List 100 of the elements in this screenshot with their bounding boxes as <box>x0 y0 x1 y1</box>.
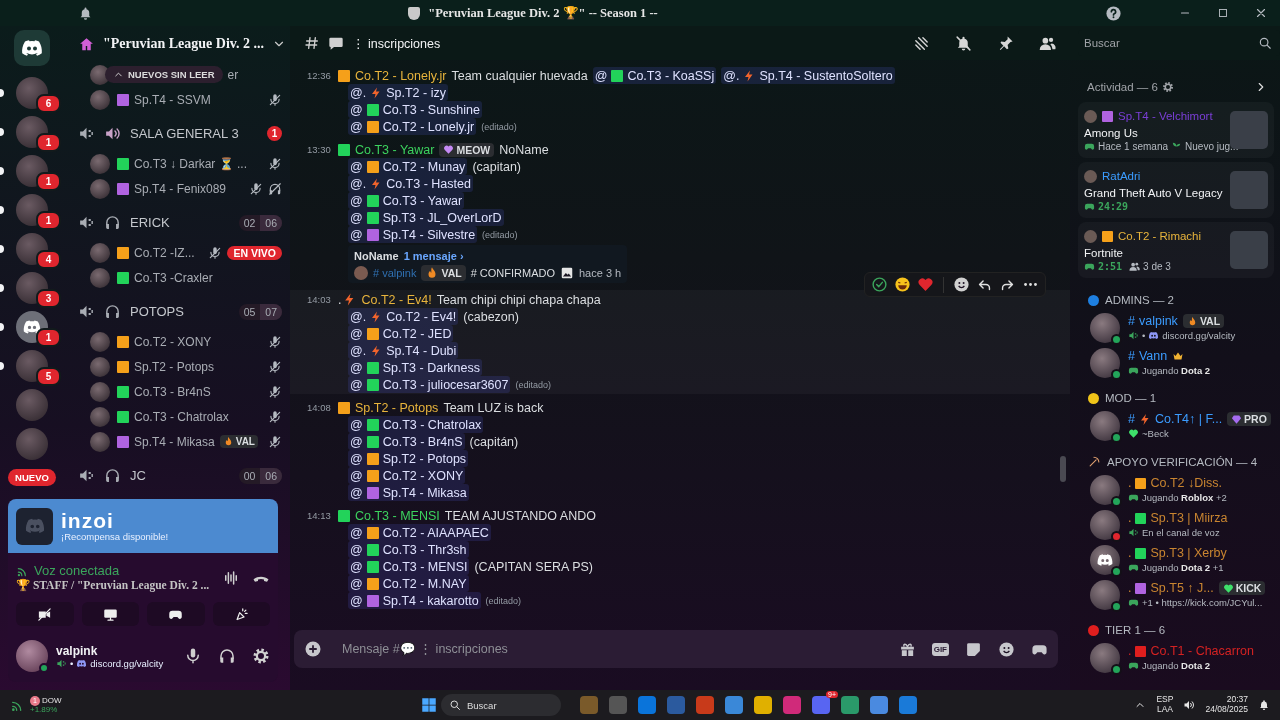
username[interactable]: Sp.T2 - Potops <box>134 359 215 374</box>
member-name[interactable]: . Co.T2 ↓Diss. <box>1128 476 1223 490</box>
thread-preview[interactable]: NoName 1 mensaje › # valpink VAL # CONFIRMADO hace 3 h <box>348 245 628 283</box>
keyboard-layout[interactable]: LAA <box>1156 705 1174 715</box>
status-text: Jugando Roblox +2 <box>1142 492 1227 503</box>
voice-channel-name[interactable]: JC <box>130 468 230 483</box>
clock-date[interactable]: 24/08/2025 <box>1205 705 1248 715</box>
guild-tag[interactable]: MEOW <box>439 142 495 157</box>
username[interactable]: Sp.T4 - Mikasa <box>134 434 215 449</box>
member-name[interactable]: . Sp.T3 | Xerby <box>1128 546 1227 560</box>
user-mention[interactable]: @ Co.T2 - Munay <box>348 158 468 175</box>
user-mention[interactable]: @ Co.T3 - juliocesar3607 <box>348 376 511 393</box>
username[interactable]: Co.T3 - Chatrolax <box>134 409 229 424</box>
language[interactable]: ESP <box>1156 695 1174 705</box>
voice-channel-name[interactable]: ERICK <box>130 215 230 230</box>
author-name[interactable]: Co.T3 - MENSI <box>355 508 440 523</box>
user-mention[interactable]: @. Co.T3 - Hasted <box>348 175 473 192</box>
status-text: Jugando Dota 2 +1 <box>1142 562 1224 573</box>
member-name[interactable]: # Vann <box>1128 349 1168 363</box>
activity-card[interactable]: RatAdri Grand Theft Auto V Legacy 24:29 <box>1078 162 1274 218</box>
user-mention[interactable]: @ Co.T2 - Lonely.jr <box>348 118 477 135</box>
mention-badge: 4 <box>36 250 61 269</box>
user-mention[interactable]: @ Co.T3 - Sunshine <box>348 101 482 118</box>
channel-name: ⋮ inscripciones <box>352 35 442 51</box>
user-mention[interactable]: @ Sp.T4 - Mikasa <box>348 484 469 501</box>
message-text: (cabezon) <box>463 309 519 324</box>
user-mention[interactable]: @ Co.T2 - JED <box>348 325 454 342</box>
user-mention[interactable]: @ Co.T3 - Chatrolax <box>348 416 484 433</box>
user-mention[interactable]: @ Co.T3 - Br4nS <box>348 433 465 450</box>
author-name[interactable]: Sp.T2 - Potops <box>355 400 439 415</box>
message-input[interactable]: Mensaje #💬 ⋮ inscripciones GIF <box>294 630 1058 668</box>
user-mention[interactable]: @ Sp.T4 - kakarotto <box>348 592 481 609</box>
member-name[interactable]: . Sp.T5 ↑ J... <box>1128 581 1214 595</box>
user-mention[interactable]: @ Sp.T4 - Silvestre <box>348 226 478 243</box>
user-mention[interactable]: @ Co.T2 - XONY <box>348 467 466 484</box>
status-text: Hace 1 semana <box>1098 141 1169 152</box>
taskbar-search[interactable]: Buscar <box>441 694 561 716</box>
new-unread-button[interactable]: NUEVOS SIN LEER <box>105 66 223 83</box>
message-text: (capitan) <box>472 159 521 174</box>
status-text: discord.gg/valcity <box>1162 330 1236 341</box>
play-time: 24:29 <box>1098 201 1129 212</box>
user-mention[interactable]: @ Sp.T3 - JL_OverLorD <box>348 209 504 226</box>
promo-banner[interactable]: inzoi ¡Recompensa disponible! <box>8 499 278 553</box>
server-name[interactable]: "Peruvian League Div. 2 ... <box>103 36 264 52</box>
username[interactable]: Co.T3 -Craxler <box>134 270 213 285</box>
voice-channel-path[interactable]: 🏆 STAFF / "Peruvian League Div. 2 ... <box>16 578 210 592</box>
user-mention[interactable]: @ Sp.T2 - Potops <box>348 450 469 467</box>
author-name[interactable]: Co.T2 - Ev4! <box>361 292 432 307</box>
play-time: 2:51 <box>1098 261 1123 272</box>
author-name[interactable]: Co.T3 - Yawar <box>355 142 435 157</box>
status-text: En el canal de voz <box>1142 527 1220 538</box>
member-name[interactable]: . Co.T1 - Chacarron <box>1128 644 1254 658</box>
username[interactable]: Co.T2 - XONY <box>134 334 212 349</box>
status-text: Jugando Dota 2 <box>1142 660 1211 671</box>
clock-time[interactable]: 20:37 <box>1205 695 1248 705</box>
user-mention[interactable]: @. Sp.T2 - izy <box>348 84 448 101</box>
voice-channel-name[interactable]: SALA GENERAL 3 <box>130 126 258 141</box>
user-mention[interactable]: @ Co.T3 - Yawar <box>348 192 465 209</box>
user-mention[interactable]: @. Sp.T4 - Dubi <box>348 342 459 359</box>
user-mention[interactable]: @ Co.T3 - Thr3sh <box>348 541 469 558</box>
edited-label: (editado) <box>482 229 518 240</box>
username: Sp.T4 - Velchimort <box>1118 110 1213 122</box>
status-text: • <box>1142 330 1146 341</box>
guild-tag[interactable]: KICK <box>1218 581 1266 595</box>
activity-card[interactable]: Sp.T4 - Velchimort Among Us Hace 1 semana Nuevo jug... <box>1078 102 1274 158</box>
section-title: Actividad — 6 <box>1087 81 1158 93</box>
user-mention[interactable]: @ Co.T3 - MENSI <box>348 558 470 575</box>
user-mention[interactable]: @. Co.T2 - Ev4! <box>348 308 459 325</box>
user-mention[interactable]: @. Sp.T4 - SustentoSoltero <box>721 67 895 84</box>
mention-badge: 1 <box>267 126 282 141</box>
guild-tag[interactable]: VAL <box>219 435 258 448</box>
timestamp: 14:03 <box>307 294 332 305</box>
username[interactable]: Co.T3 ↓ Darkar ⏳ ... <box>134 156 248 171</box>
guild-tag[interactable]: VAL <box>421 264 466 281</box>
user-mention[interactable]: @ Sp.T3 - Darkness <box>348 359 482 376</box>
member-name[interactable]: # valpink <box>1128 314 1178 328</box>
member-name[interactable]: # Co.T4↑ | F... <box>1128 412 1223 426</box>
voice-status: Voz conectada <box>34 563 120 578</box>
activity-card[interactable]: Co.T2 - Rimachi Fortnite 2:51 3 de 3 <box>1078 222 1274 278</box>
live-badge: EN VIVO <box>227 245 282 260</box>
user-mention[interactable]: @ Co.T3 - KoaSSj <box>592 67 717 84</box>
status-text: discord.gg/valcity <box>90 657 164 669</box>
member-name[interactable]: . Sp.T3 | Miirza <box>1128 511 1228 525</box>
role-group-title: APOYO VERIFICACIÓN — 4 <box>1107 455 1258 468</box>
role-group-title: TIER 1 — 6 <box>1105 624 1166 636</box>
username[interactable]: Sp.T4 - SSVM <box>134 92 211 107</box>
author-name[interactable]: Co.T2 - Lonely.jr <box>355 68 447 83</box>
guild-tag[interactable]: PRO <box>1227 412 1271 426</box>
gif-button[interactable]: GIF <box>931 642 949 656</box>
voice-channel-name[interactable]: POTOPS <box>130 304 230 319</box>
user-mention[interactable]: @ Co.T2 - M.NAY <box>348 575 469 592</box>
user-mention[interactable]: # valpink <box>373 266 417 279</box>
thread-count-link[interactable]: 1 mensaje › <box>403 249 464 262</box>
username[interactable]: Co.T3 - Br4nS <box>134 384 211 399</box>
username[interactable]: Co.T2 -IZ... <box>134 245 195 260</box>
username[interactable]: er <box>227 67 239 82</box>
guild-tag[interactable]: VAL <box>1182 314 1225 328</box>
user-mention[interactable]: @ Co.T2 - AIAAPAEC <box>348 524 491 541</box>
user-count: 00 <box>242 468 257 484</box>
username[interactable]: Sp.T4 - Fenix089 <box>134 181 227 196</box>
